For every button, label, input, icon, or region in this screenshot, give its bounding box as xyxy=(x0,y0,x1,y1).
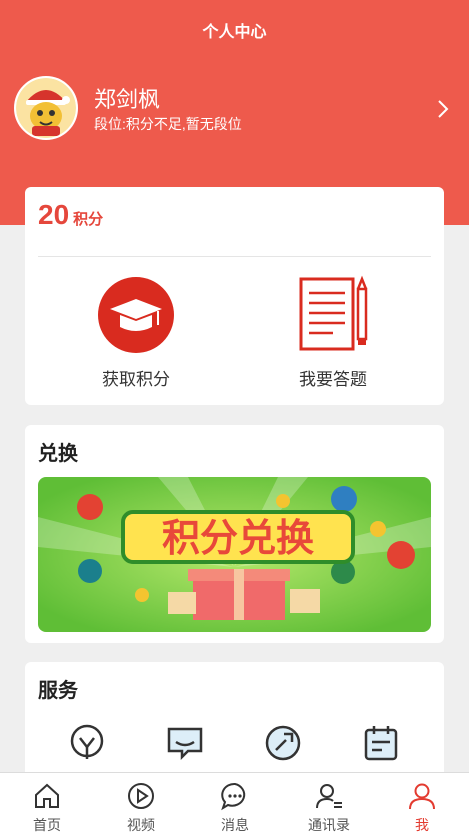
play-icon xyxy=(128,783,154,809)
tab-messages[interactable]: 消息 xyxy=(188,773,282,835)
get-points-button[interactable]: 获取积分 xyxy=(76,275,196,390)
tab-home[interactable]: 首页 xyxy=(0,773,94,835)
exchange-banner[interactable]: 积分兑换 xyxy=(38,477,431,632)
calendar-icon[interactable] xyxy=(362,724,400,762)
answer-questions-label: 我要答题 xyxy=(299,370,367,389)
home-icon xyxy=(35,783,59,808)
answer-sheet-icon xyxy=(299,275,368,351)
user-level: 段位:积分不足,暂无段位 xyxy=(94,116,242,132)
points-card: 20 积分 获取积分 我要答题 xyxy=(25,187,444,405)
contacts-icon xyxy=(316,784,342,809)
tab-me-label: 我 xyxy=(415,817,429,833)
banner-title: 积分兑换 xyxy=(162,516,314,560)
service-title: 服务 xyxy=(38,680,78,702)
service-card: 服务 xyxy=(25,662,444,787)
profile-row[interactable]: 郑剑枫 段位:积分不足,暂无段位 xyxy=(14,76,454,142)
user-name: 郑剑枫 xyxy=(94,87,161,112)
wrench-icon[interactable] xyxy=(264,724,302,762)
get-points-label: 获取积分 xyxy=(102,370,170,389)
chat-icon xyxy=(221,782,246,811)
tab-video-label: 视频 xyxy=(127,817,155,833)
user-icon xyxy=(409,783,435,810)
tab-me[interactable]: 我 xyxy=(375,773,469,835)
lightbulb-icon[interactable] xyxy=(68,724,106,762)
points-unit: 积分 xyxy=(73,211,104,228)
exchange-title: 兑换 xyxy=(38,443,78,465)
points-display: 20 积分 xyxy=(38,199,103,231)
page-title: 个人中心 xyxy=(202,24,267,41)
avatar[interactable] xyxy=(14,76,78,140)
points-value: 20 xyxy=(38,199,70,230)
message-icon[interactable] xyxy=(166,724,204,762)
chevron-right-icon[interactable] xyxy=(432,98,454,120)
divider xyxy=(38,256,431,257)
tab-contacts[interactable]: 通讯录 xyxy=(282,773,376,835)
tab-messages-label: 消息 xyxy=(221,817,249,833)
answer-questions-button[interactable]: 我要答题 xyxy=(273,275,393,390)
tab-contacts-label: 通讯录 xyxy=(308,817,350,833)
exchange-card: 兑换 积分兑换 xyxy=(25,425,444,643)
graduation-cap-icon xyxy=(98,277,174,353)
tab-home-label: 首页 xyxy=(33,817,61,833)
bottom-tab-bar: 首页 视频 消息 通讯录 我 xyxy=(0,772,469,835)
tab-video[interactable]: 视频 xyxy=(94,773,188,835)
